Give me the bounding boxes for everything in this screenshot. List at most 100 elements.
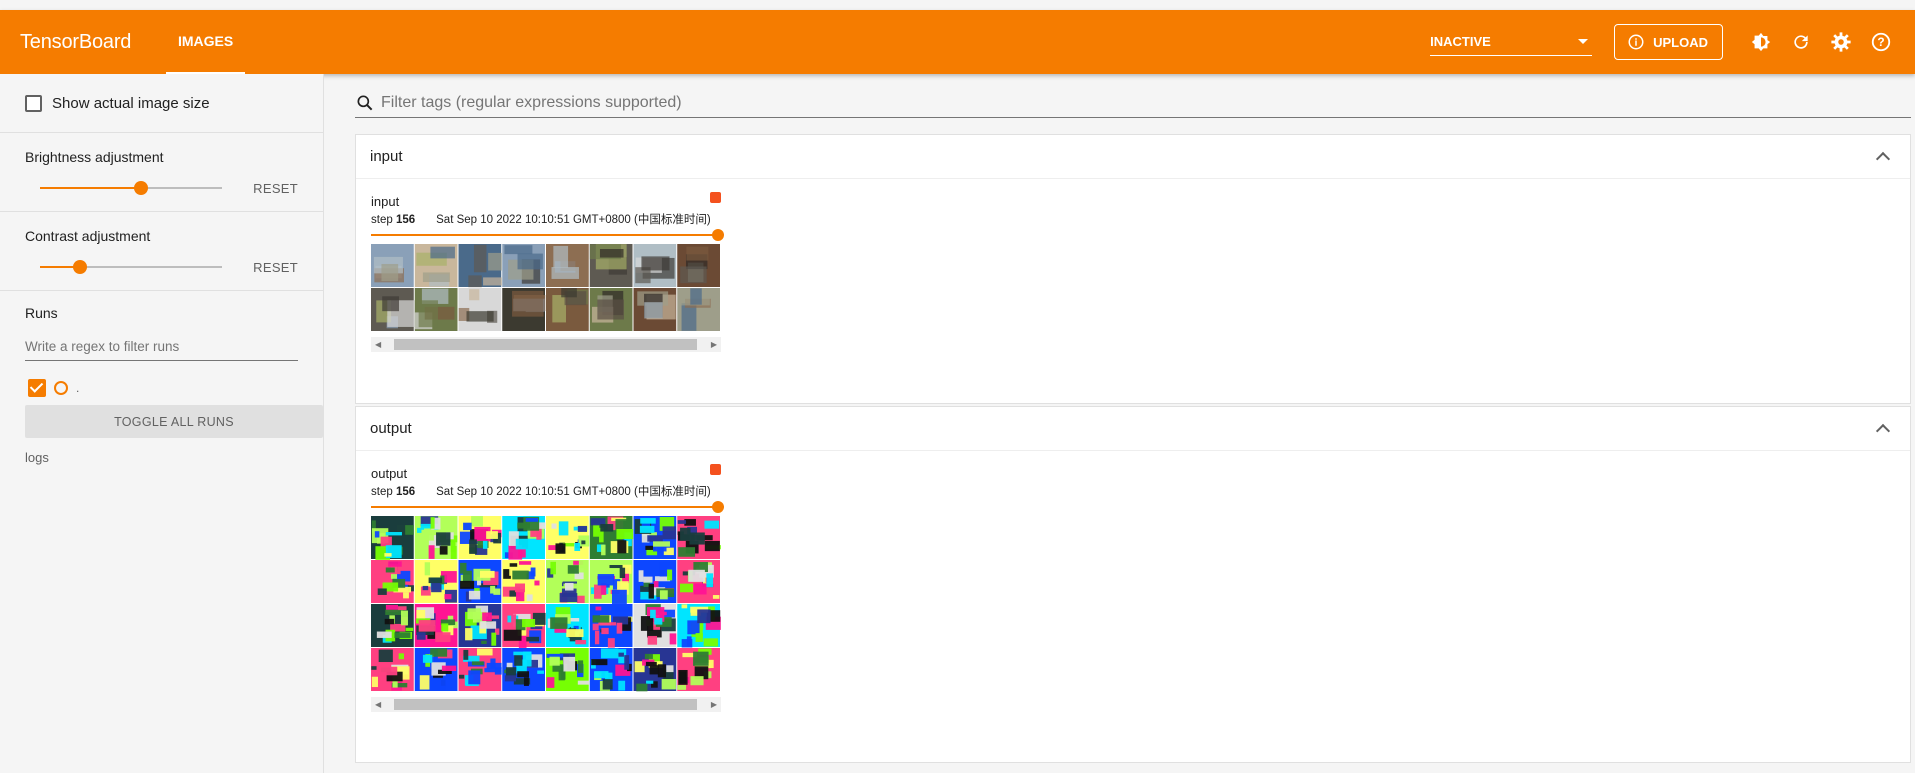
image-texture bbox=[482, 540, 488, 549]
run-color-swatch[interactable] bbox=[54, 381, 68, 395]
image-texture bbox=[488, 252, 502, 271]
show-actual-size-checkbox[interactable] bbox=[25, 94, 42, 112]
image-texture bbox=[403, 592, 409, 599]
contrast-slider-thumb[interactable] bbox=[73, 260, 88, 274]
image-texture bbox=[377, 588, 387, 595]
image-texture bbox=[662, 526, 676, 540]
image-texture bbox=[666, 665, 674, 673]
step-slider-thumb[interactable] bbox=[712, 229, 724, 241]
status-select[interactable]: INACTIVE bbox=[1430, 28, 1593, 56]
image-texture bbox=[678, 671, 686, 684]
tag-filter[interactable]: Filter tags (regular expressions support… bbox=[355, 74, 1911, 118]
image-texture bbox=[641, 256, 670, 271]
image-texture bbox=[577, 680, 590, 685]
image-texture bbox=[690, 676, 704, 686]
image-texture bbox=[677, 685, 687, 690]
image-texture bbox=[372, 574, 386, 579]
app-bar: TensorBoard IMAGES INACTIVE UPLOAD ? bbox=[0, 10, 1915, 74]
brightness-slider[interactable] bbox=[40, 181, 223, 195]
image-texture bbox=[431, 582, 442, 593]
image-texture bbox=[601, 544, 606, 556]
image-texture bbox=[594, 584, 602, 599]
settings-button[interactable] bbox=[1821, 22, 1861, 62]
step-slider[interactable] bbox=[371, 501, 724, 513]
image-texture bbox=[467, 608, 481, 620]
image-texture bbox=[704, 520, 720, 529]
image-texture bbox=[471, 516, 483, 527]
help-button[interactable]: ? bbox=[1861, 22, 1901, 62]
contrast-reset-button[interactable]: RESET bbox=[253, 260, 298, 275]
run-name: . bbox=[76, 381, 80, 395]
brightness-section: Brightness adjustment RESET bbox=[0, 133, 323, 212]
sidebar: Show actual image size Brightness adjust… bbox=[0, 74, 324, 773]
pin-icon[interactable] bbox=[710, 464, 721, 475]
image-texture bbox=[616, 529, 634, 540]
scroll-right-icon[interactable]: ▶ bbox=[711, 700, 717, 709]
card-input: input input step 156 Sat Sep 10 2022 10:… bbox=[355, 134, 1911, 404]
image-texture bbox=[517, 253, 543, 270]
show-size-section: Show actual image size bbox=[0, 74, 323, 133]
step-info: step 156 bbox=[371, 486, 416, 498]
image-texture bbox=[555, 543, 566, 554]
reload-button[interactable] bbox=[1781, 22, 1821, 62]
chevron-up-icon[interactable] bbox=[1875, 151, 1891, 167]
tile-name: output bbox=[371, 466, 408, 481]
horizontal-scrollbar[interactable]: ◀ ▶ bbox=[371, 337, 721, 352]
image-grid bbox=[371, 516, 721, 692]
image-texture bbox=[462, 570, 472, 583]
image-texture bbox=[619, 567, 626, 578]
image-texture bbox=[695, 633, 703, 642]
chevron-up-icon[interactable] bbox=[1875, 423, 1891, 439]
run-checkbox[interactable] bbox=[28, 379, 46, 397]
image-texture bbox=[680, 266, 707, 284]
image-texture bbox=[657, 664, 666, 678]
toggle-all-runs-button[interactable]: TOGGLE ALL RUNS bbox=[25, 405, 323, 438]
run-row[interactable]: . bbox=[28, 371, 298, 405]
image-tile: input step 156 Sat Sep 10 2022 10:10:51 … bbox=[371, 192, 724, 352]
image-texture bbox=[428, 577, 443, 584]
image-texture bbox=[422, 585, 429, 591]
brightness-slider-thumb[interactable] bbox=[133, 181, 148, 195]
image-texture bbox=[376, 631, 392, 638]
step-slider[interactable] bbox=[371, 229, 724, 241]
pin-icon[interactable] bbox=[710, 192, 721, 203]
tab-images[interactable]: IMAGES bbox=[166, 10, 246, 74]
image-texture bbox=[422, 272, 450, 283]
theme-toggle-button[interactable] bbox=[1741, 22, 1781, 62]
image-texture bbox=[654, 618, 663, 625]
scroll-left-icon[interactable]: ◀ bbox=[375, 700, 381, 709]
horizontal-scrollbar[interactable]: ◀ ▶ bbox=[371, 697, 721, 712]
image-texture bbox=[424, 528, 434, 541]
scrollbar-thumb[interactable] bbox=[393, 339, 697, 350]
image-texture bbox=[693, 651, 709, 666]
show-actual-size-row[interactable]: Show actual image size bbox=[25, 74, 298, 132]
image-texture bbox=[594, 630, 600, 645]
image-texture bbox=[712, 595, 720, 599]
image-texture bbox=[595, 606, 602, 611]
image-texture bbox=[460, 580, 475, 589]
image-texture bbox=[430, 517, 435, 529]
image-texture bbox=[681, 604, 688, 609]
image-texture bbox=[577, 525, 588, 532]
step-info: step 156 bbox=[371, 214, 416, 226]
scroll-left-icon[interactable]: ◀ bbox=[375, 340, 381, 349]
scrollbar-thumb[interactable] bbox=[393, 699, 697, 710]
brightness-reset-button[interactable]: RESET bbox=[253, 181, 298, 196]
image-texture bbox=[374, 531, 380, 538]
image-texture bbox=[593, 523, 600, 537]
card-header[interactable]: output bbox=[356, 407, 1910, 451]
runs-filter-input[interactable]: Write a regex to filter runs bbox=[25, 333, 298, 361]
image-texture bbox=[526, 636, 540, 642]
upload-button[interactable]: UPLOAD bbox=[1614, 24, 1723, 60]
image-texture bbox=[427, 677, 446, 691]
scroll-right-icon[interactable]: ▶ bbox=[711, 340, 717, 349]
contrast-slider[interactable] bbox=[40, 260, 223, 274]
image-texture bbox=[436, 532, 451, 546]
card-header[interactable]: input bbox=[356, 135, 1910, 179]
image-texture bbox=[639, 525, 655, 533]
image-texture bbox=[384, 618, 395, 625]
step-slider-thumb[interactable] bbox=[712, 501, 724, 513]
image-texture bbox=[428, 545, 435, 559]
image-texture bbox=[385, 567, 395, 573]
run-dir-label: logs bbox=[25, 450, 49, 465]
